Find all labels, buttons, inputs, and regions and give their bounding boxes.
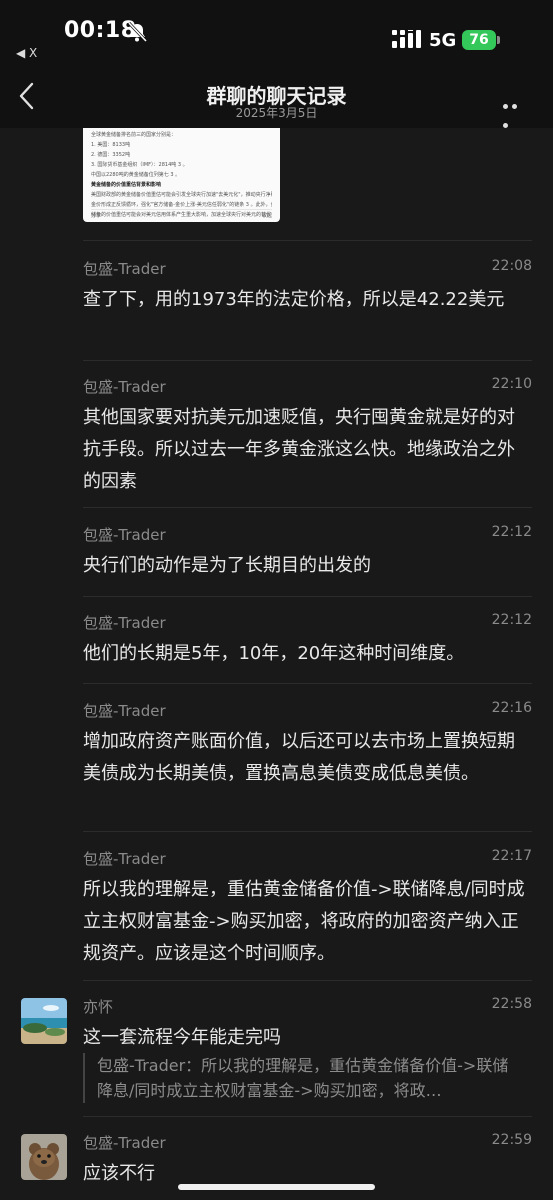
sender-name: 包盛-Trader [83, 260, 166, 278]
message-time: 22:12 [491, 524, 532, 540]
message-item: 包盛-Trader 22:12 他们的长期是5年，10年，20年这种时间维度。 [83, 612, 532, 670]
avatar[interactable] [21, 998, 67, 1044]
signal-icon [392, 30, 421, 48]
avatar[interactable] [21, 1134, 67, 1180]
message-time: 22:16 [491, 700, 532, 716]
message-time: 22:08 [491, 258, 532, 274]
message-text: 增加政府资产账面价值，以后还可以去市场上置换短期美债成为长期美债，置换高息美债变… [83, 731, 515, 784]
avatar-beach-image [21, 998, 67, 1044]
sender-name: 包盛-Trader [83, 1134, 166, 1152]
sender-name: 包盛-Trader [83, 614, 166, 632]
avatar-quokka-image [21, 1134, 67, 1180]
more-options-icon[interactable] [503, 94, 529, 128]
thumb-line: 全球黄金储备排名前三的国家分别是： [91, 132, 177, 138]
thumb-line: 2. 德国：3352吨 [91, 152, 131, 158]
thumb-footer: 分享 收起 [91, 209, 272, 219]
bell-slash-icon [127, 22, 148, 42]
divider [83, 831, 532, 832]
message-time: 22:58 [491, 996, 532, 1012]
message-item: 包盛-Trader 22:10 其他国家要对抗美元加速贬值，央行囤黄金就是好的对… [83, 376, 532, 498]
divider [83, 507, 532, 508]
home-indicator[interactable] [178, 1184, 375, 1190]
battery-icon [497, 36, 500, 44]
message-text: 查了下，用的1973年的法定价格，所以是42.22美元 [83, 289, 505, 310]
thumb-line: 中国以2280吨的黄金储备位列第七 3 。 [91, 172, 181, 178]
sender-name: 包盛-Trader [83, 850, 166, 868]
message-item: 包盛-Trader 22:12 央行们的动作是为了长期目的出发的 [83, 524, 532, 582]
message-text: 他们的长期是5年，10年，20年这种时间维度。 [83, 643, 465, 664]
divider [83, 683, 532, 684]
thumb-collapse-label: 收起 [261, 213, 272, 219]
message-item: 包盛-Trader 22:17 所以我的理解是，重估黄金储备价值->联储降息/同… [83, 848, 532, 970]
divider [83, 240, 532, 241]
message-text: 其他国家要对抗美元加速贬值，央行囤黄金就是好的对抗手段。所以过去一年多黄金涨这么… [83, 407, 515, 492]
divider [83, 980, 532, 981]
divider [83, 1116, 532, 1117]
message-item: 包盛-Trader 22:59 应该不行 [83, 1132, 532, 1190]
message-time: 22:59 [491, 1132, 532, 1148]
thumb-share-label: 分享 [91, 213, 102, 219]
message-time: 22:12 [491, 612, 532, 628]
thumb-line: 美国财政部的黄金储备价值重估可能会引发全球央行加速"去美元化"，推动央行净购金量… [91, 192, 272, 198]
divider [83, 596, 532, 597]
status-bar: 00:18 ◀ X 5G 76 [0, 0, 553, 60]
network-type: 5G [429, 30, 457, 51]
sender-name: 包盛-Trader [83, 378, 166, 396]
message-item: 亦怀 22:58 这一套流程今年能走完吗 [83, 996, 532, 1054]
navigation-bar: 群聊的聊天记录 2025年3月5日 [0, 60, 553, 128]
thumb-line: 3. 国际货币基金组织（IMF）：2814吨 3 。 [91, 162, 188, 168]
message-time: 22:17 [491, 848, 532, 864]
quoted-message[interactable]: 包盛-Trader：所以我的理解是，重估黄金储备价值->联储降息/同时成立主权财… [83, 1053, 523, 1103]
message-text: 央行们的动作是为了长期目的出发的 [83, 555, 371, 576]
battery-level: 76 [462, 30, 496, 50]
thumb-heading: 黄金储备的价值重估背景和影响 [91, 182, 162, 188]
divider [83, 360, 532, 361]
message-item: 包盛-Trader 22:16 增加政府资产账面价值，以后还可以去市场上置换短期… [83, 700, 532, 790]
shared-screenshot-image[interactable]: 全球黄金储备排名前三的国家分别是： 1. 美国：8133吨 2. 德国：3352… [83, 128, 280, 222]
thumb-line: 1. 美国：8133吨 [91, 142, 131, 148]
sender-name: 包盛-Trader [83, 702, 166, 720]
sender-name: 包盛-Trader [83, 526, 166, 544]
message-text: 所以我的理解是，重估黄金储备价值->联储降息/同时成立主权财富基金->购买加密，… [83, 879, 525, 964]
message-time: 22:10 [491, 376, 532, 392]
sender-name: 亦怀 [83, 998, 114, 1016]
back-to-app-link[interactable]: ◀ X [16, 46, 37, 60]
page-subtitle-date: 2025年3月5日 [235, 106, 318, 120]
message-text: 这一套流程今年能走完吗 [83, 1027, 281, 1048]
message-item: 包盛-Trader 22:08 查了下，用的1973年的法定价格，所以是42.2… [83, 258, 532, 316]
